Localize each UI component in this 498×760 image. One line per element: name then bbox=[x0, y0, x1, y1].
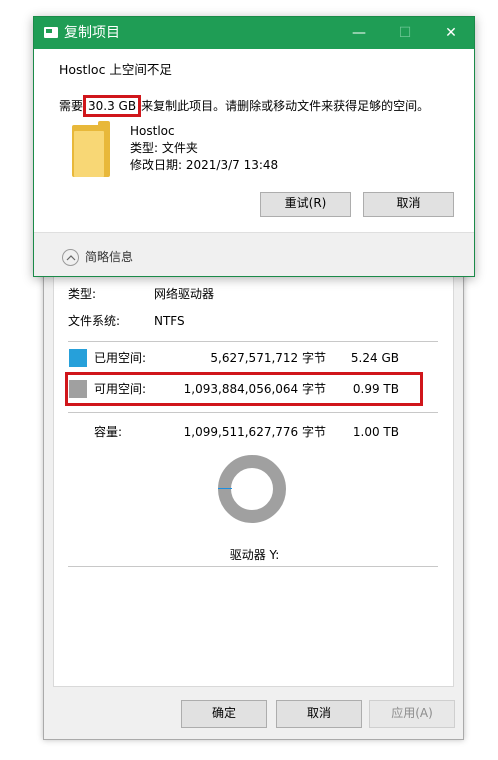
used-space-bytes: 5,627,571,712 字节 bbox=[210, 351, 326, 365]
fewer-details-toggle[interactable]: 简略信息 bbox=[85, 249, 133, 266]
chevron-up-icon[interactable] bbox=[62, 249, 79, 266]
used-space-size: 5.24 GB bbox=[350, 351, 399, 365]
retry-button[interactable]: 重试(R) bbox=[260, 192, 351, 217]
file-modified-date: 修改日期: 2021/3/7 13:48 bbox=[130, 158, 279, 172]
cancel-button[interactable]: 取消 bbox=[276, 700, 362, 728]
divider bbox=[68, 412, 438, 413]
free-space-swatch bbox=[69, 380, 87, 398]
general-tab-panel: 类型: 网络驱动器 文件系统: NTFS 已用空间: 5,627,571,712… bbox=[53, 241, 454, 687]
close-button[interactable]: ✕ bbox=[428, 17, 474, 49]
maximize-button[interactable]: ☐ bbox=[382, 17, 428, 49]
type-label: 类型: bbox=[68, 287, 97, 301]
divider bbox=[68, 566, 438, 567]
used-space-swatch bbox=[69, 349, 87, 367]
minimize-button[interactable]: — bbox=[336, 17, 382, 49]
type-value: 网络驱动器 bbox=[154, 287, 215, 301]
main-message: Hostloc 上空间不足 bbox=[59, 62, 172, 77]
free-space-size: 0.99 TB bbox=[352, 382, 399, 396]
ok-button[interactable]: 确定 bbox=[181, 700, 267, 728]
drive-properties-window: 类型: 网络驱动器 文件系统: NTFS 已用空间: 5,627,571,712… bbox=[43, 240, 464, 740]
used-space-slice bbox=[218, 488, 232, 489]
disk-usage-donut bbox=[218, 455, 286, 523]
filesystem-value: NTFS bbox=[154, 314, 185, 328]
capacity-bytes: 1,099,511,627,776 字节 bbox=[183, 425, 326, 439]
divider bbox=[68, 341, 438, 342]
free-space-row: 可用空间: 1,093,884,056,064 字节 0.99 TB bbox=[54, 378, 455, 400]
file-type: 类型: 文件夹 bbox=[130, 141, 198, 155]
need-suffix: 来复制此项目。请删除或移动文件来获得足够的空间。 bbox=[141, 99, 430, 113]
cancel-button[interactable]: 取消 bbox=[363, 192, 454, 217]
apply-button[interactable]: 应用(A) bbox=[369, 700, 455, 728]
capacity-row: 容量: 1,099,511,627,776 字节 1.00 TB bbox=[54, 421, 455, 443]
free-space-bytes: 1,093,884,056,064 字节 bbox=[183, 382, 326, 396]
title-bar[interactable]: 复制项目 — ☐ ✕ bbox=[34, 17, 474, 49]
capacity-size: 1.00 TB bbox=[352, 425, 399, 439]
used-space-label: 已用空间: bbox=[94, 351, 147, 365]
used-space-row: 已用空间: 5,627,571,712 字节 5.24 GB bbox=[54, 347, 455, 369]
required-size-highlight: 30.3 GB bbox=[83, 95, 142, 117]
drive-label: 驱动器 Y: bbox=[229, 548, 280, 562]
copy-items-dialog: 复制项目 — ☐ ✕ Hostloc 上空间不足 需要 30.3 GB 来复制此项目… bbox=[33, 16, 475, 277]
filesystem-label: 文件系统: bbox=[68, 314, 121, 328]
file-name: Hostloc bbox=[130, 124, 175, 138]
need-prefix: 需要 bbox=[59, 99, 84, 113]
window-title: 复制项目 bbox=[64, 25, 120, 41]
free-space-label: 可用空间: bbox=[94, 382, 147, 396]
folder-icon bbox=[72, 121, 110, 177]
space-needed-message: 需要 30.3 GB 来复制此项目。请删除或移动文件来获得足够的空间。 bbox=[59, 95, 429, 117]
capacity-label: 容量: bbox=[94, 425, 123, 439]
copy-window-icon bbox=[44, 27, 58, 38]
details-footer: 简略信息 bbox=[34, 232, 474, 276]
